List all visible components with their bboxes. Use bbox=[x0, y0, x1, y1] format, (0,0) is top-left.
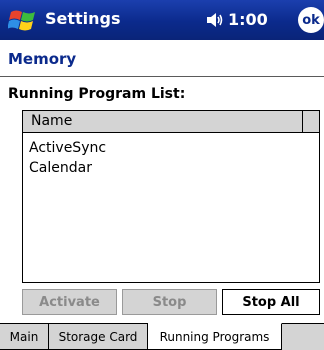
list-rows: ActiveSync Calendar bbox=[23, 138, 106, 178]
list-header: Name bbox=[23, 111, 319, 133]
clock[interactable]: 1:00 bbox=[228, 10, 268, 29]
stop-all-button[interactable]: Stop All bbox=[222, 289, 320, 315]
tab-main[interactable]: Main bbox=[0, 323, 49, 350]
column-header-blank[interactable] bbox=[303, 111, 319, 132]
page-title: Memory bbox=[8, 50, 77, 68]
ok-button[interactable]: ok bbox=[298, 7, 324, 33]
tab-storage-card[interactable]: Storage Card bbox=[49, 323, 148, 350]
windows-start-icon[interactable] bbox=[8, 6, 38, 36]
speaker-icon[interactable] bbox=[205, 10, 225, 30]
list-item[interactable]: ActiveSync bbox=[23, 138, 106, 158]
section-label: Running Program List: bbox=[8, 86, 186, 102]
tab-running-programs[interactable]: Running Programs bbox=[148, 323, 282, 350]
list-item[interactable]: Calendar bbox=[23, 158, 106, 178]
running-program-list[interactable]: Name ActiveSync Calendar bbox=[22, 110, 320, 283]
column-header-name[interactable]: Name bbox=[23, 111, 303, 132]
title-bar: Settings 1:00 ok bbox=[0, 0, 324, 40]
stop-button[interactable]: Stop bbox=[122, 289, 217, 315]
divider bbox=[0, 76, 324, 77]
app-title: Settings bbox=[45, 9, 121, 28]
tab-strip: Main Storage Card Running Programs bbox=[0, 323, 324, 350]
activate-button[interactable]: Activate bbox=[22, 289, 117, 315]
